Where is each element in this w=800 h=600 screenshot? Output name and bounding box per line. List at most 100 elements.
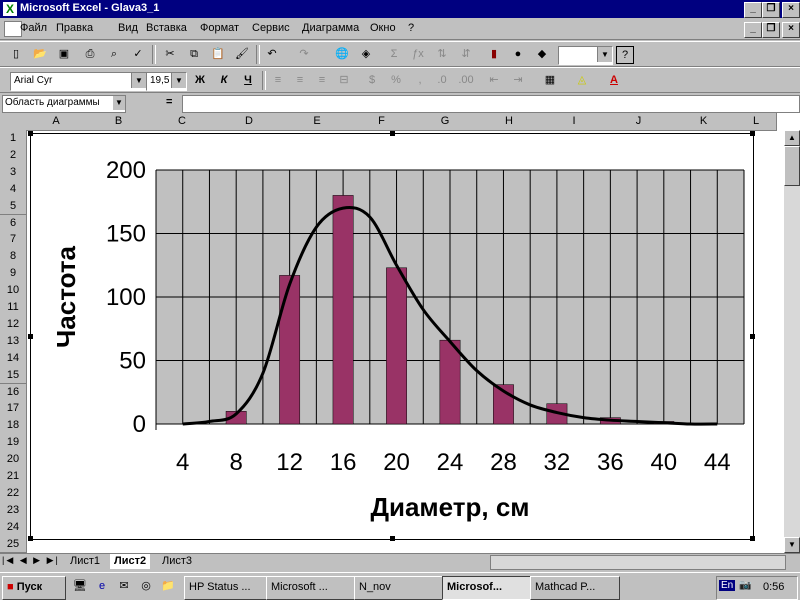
doc-restore-button[interactable]: ❐ bbox=[762, 22, 780, 38]
row-header[interactable]: 4 bbox=[0, 180, 27, 199]
language-indicator[interactable]: En bbox=[719, 580, 736, 591]
menu-tools[interactable]: Сервис bbox=[252, 22, 290, 34]
chevron-down-icon[interactable]: ▼ bbox=[171, 73, 186, 88]
row-header[interactable]: 2 bbox=[0, 146, 27, 165]
borders-icon[interactable]: ▦ bbox=[540, 71, 560, 90]
sort-descending-icon[interactable]: ⇵ bbox=[456, 45, 476, 64]
restore-button[interactable]: ❐ bbox=[762, 2, 780, 18]
task-folder[interactable]: N_nov bbox=[354, 576, 444, 600]
scroll-up-icon[interactable]: ▲ bbox=[784, 130, 800, 146]
new-icon[interactable]: ▯ bbox=[6, 45, 26, 64]
select-all-corner[interactable] bbox=[0, 113, 27, 131]
task-hp-status[interactable]: HP Status ... bbox=[184, 576, 268, 600]
scroll-down-icon[interactable]: ▼ bbox=[784, 537, 800, 553]
row-header[interactable]: 12 bbox=[0, 315, 27, 334]
save-icon[interactable]: ▣ bbox=[54, 45, 74, 64]
hyperlink-icon[interactable]: 🌐 bbox=[332, 45, 352, 64]
resize-handle[interactable] bbox=[28, 536, 33, 541]
resize-handle[interactable] bbox=[750, 131, 755, 136]
font-size-combo[interactable]: 19,5 ▼ bbox=[146, 72, 187, 91]
align-right-icon[interactable]: ≡ bbox=[312, 71, 332, 90]
row-header[interactable]: 10 bbox=[0, 282, 27, 300]
resize-handle[interactable] bbox=[28, 131, 33, 136]
row-header[interactable]: 11 bbox=[0, 299, 27, 317]
paste-icon[interactable]: 📋 bbox=[208, 45, 228, 64]
desktop-icon[interactable]: 🖥 bbox=[70, 577, 90, 596]
help-icon[interactable]: ? bbox=[616, 46, 634, 64]
tab-sheet3[interactable]: Лист3 bbox=[158, 554, 196, 569]
column-header[interactable]: K bbox=[671, 113, 737, 131]
menu-format[interactable]: Формат bbox=[200, 22, 239, 34]
redo-icon[interactable]: ↷ bbox=[294, 45, 314, 64]
task-word[interactable]: Microsoft ... bbox=[266, 576, 356, 600]
column-header[interactable]: G bbox=[414, 113, 477, 131]
zoom-combo[interactable]: ▼ bbox=[558, 46, 613, 65]
copy-icon[interactable]: ⧉ bbox=[184, 45, 204, 64]
column-header[interactable]: B bbox=[86, 113, 152, 131]
minimize-button[interactable]: _ bbox=[744, 2, 762, 18]
undo-icon[interactable]: ↶ bbox=[262, 45, 282, 64]
chevron-down-icon[interactable]: ▼ bbox=[113, 96, 125, 110]
decrease-indent-icon[interactable]: ⇤ bbox=[484, 71, 504, 90]
row-header[interactable]: 18 bbox=[0, 417, 27, 436]
row-header[interactable]: 3 bbox=[0, 163, 27, 182]
row-header[interactable]: 9 bbox=[0, 265, 27, 284]
column-header[interactable]: L bbox=[736, 113, 777, 131]
menu-window[interactable]: Окно bbox=[370, 22, 396, 34]
tab-sheet1[interactable]: Лист1 bbox=[66, 554, 104, 569]
menu-chart[interactable]: Диаграмма bbox=[302, 22, 359, 34]
row-header[interactable]: 15 bbox=[0, 366, 27, 385]
resize-handle[interactable] bbox=[390, 536, 395, 541]
drawing-icon[interactable]: ◆ bbox=[532, 45, 552, 64]
autosum-icon[interactable]: Σ bbox=[384, 45, 404, 64]
doc-close-button[interactable]: × bbox=[782, 22, 800, 38]
scroll-thumb[interactable] bbox=[784, 146, 800, 186]
map-icon[interactable]: ● bbox=[508, 45, 528, 64]
format-painter-icon[interactable]: 🖌 bbox=[232, 45, 252, 64]
row-header[interactable]: 24 bbox=[0, 518, 27, 537]
task-excel[interactable]: Microsof... bbox=[442, 576, 532, 600]
close-button[interactable]: × bbox=[782, 2, 800, 18]
font-color-icon[interactable]: A bbox=[604, 71, 624, 90]
align-center-icon[interactable]: ≡ bbox=[290, 71, 310, 90]
column-header[interactable]: I bbox=[542, 113, 607, 131]
tab-nav-icons[interactable]: |◀ ◀ ▶ ▶| bbox=[2, 555, 60, 566]
row-header[interactable]: 1 bbox=[0, 130, 27, 148]
camera-icon[interactable]: 📷 bbox=[739, 580, 751, 591]
print-icon[interactable]: ⎙ bbox=[80, 45, 100, 64]
italic-button[interactable]: К bbox=[214, 71, 234, 90]
font-combo[interactable]: Arial Cyr ▼ bbox=[10, 72, 147, 91]
menu-help[interactable]: ? bbox=[408, 22, 414, 34]
chevron-down-icon[interactable]: ▼ bbox=[597, 47, 612, 62]
increase-decimal-icon[interactable]: .0 bbox=[432, 71, 452, 90]
spelling-icon[interactable]: ✓ bbox=[128, 45, 148, 64]
ie-icon[interactable]: e bbox=[92, 577, 112, 596]
comma-icon[interactable]: , bbox=[410, 71, 430, 90]
merge-center-icon[interactable]: ⊟ bbox=[334, 71, 354, 90]
sort-ascending-icon[interactable]: ⇅ bbox=[432, 45, 452, 64]
row-header[interactable]: 7 bbox=[0, 231, 27, 250]
underline-button[interactable]: Ч bbox=[238, 71, 258, 90]
row-header[interactable]: 8 bbox=[0, 248, 27, 267]
column-header[interactable]: E bbox=[285, 113, 350, 131]
column-header[interactable]: C bbox=[151, 113, 214, 131]
row-header[interactable]: 21 bbox=[0, 468, 27, 486]
cut-icon[interactable]: ✂ bbox=[160, 45, 180, 64]
column-header[interactable]: J bbox=[606, 113, 672, 131]
decrease-decimal-icon[interactable]: .00 bbox=[456, 71, 476, 90]
chevron-down-icon[interactable]: ▼ bbox=[131, 73, 146, 88]
chart-svg[interactable]: 0 50 100 150 200 4 8 12 16 20 24 28 32 36 40 44 Диаметр,… bbox=[31, 134, 753, 539]
row-header[interactable]: 19 bbox=[0, 434, 27, 453]
chart-area[interactable]: 0 50 100 150 200 4 8 12 16 20 24 28 32 36 40 44 Диаметр,… bbox=[28, 131, 755, 541]
percent-icon[interactable]: % bbox=[386, 71, 406, 90]
fill-color-icon[interactable]: ◬ bbox=[572, 71, 592, 90]
resize-handle[interactable] bbox=[750, 334, 755, 339]
preview-icon[interactable]: ⌕ bbox=[104, 45, 124, 64]
vertical-scrollbar[interactable]: ▲ ▼ bbox=[784, 130, 800, 553]
explorer-icon[interactable]: 📁 bbox=[158, 577, 178, 596]
resize-handle[interactable] bbox=[750, 536, 755, 541]
menu-file[interactable]: Файл bbox=[20, 22, 47, 34]
menu-edit[interactable]: Правка bbox=[56, 22, 93, 34]
column-header[interactable]: H bbox=[476, 113, 543, 131]
row-header[interactable]: 17 bbox=[0, 400, 27, 419]
